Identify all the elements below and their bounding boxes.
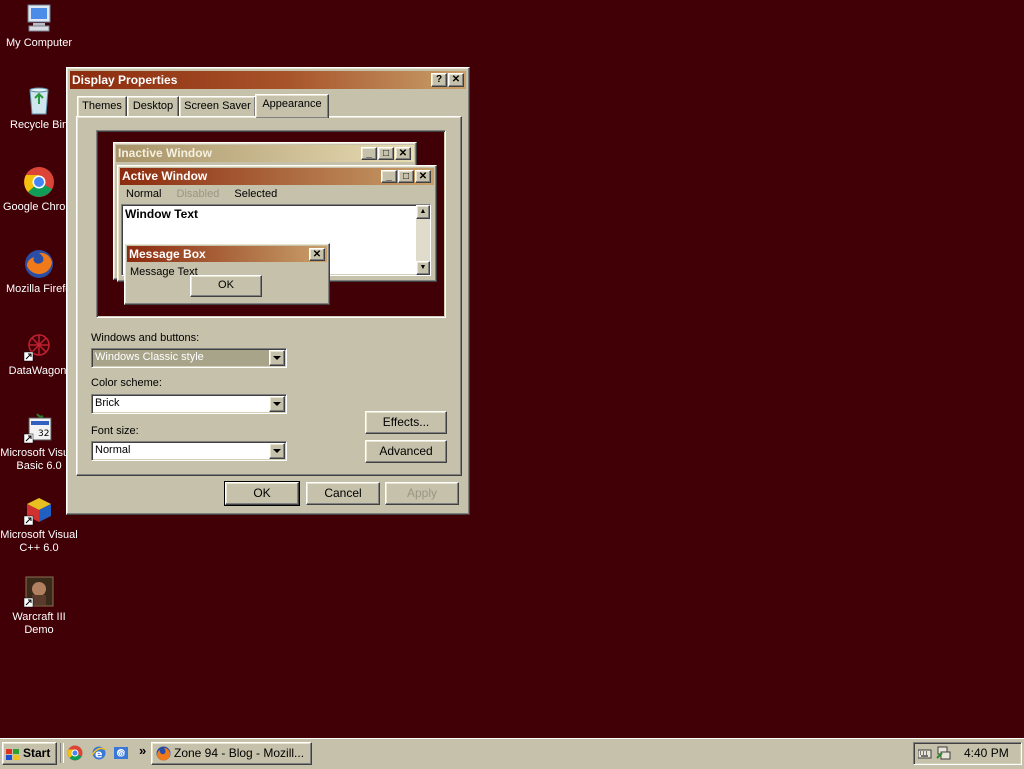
preview-active-titlebar: Active Window _ □ ✕ xyxy=(120,168,434,185)
desktop-icon-my-computer[interactable]: My Computer xyxy=(0,2,78,50)
system-tray: 4:40 PM xyxy=(913,742,1022,765)
scroll-down-icon: ▼ xyxy=(416,261,430,275)
message-box-title: Message Box xyxy=(129,247,206,261)
recycle-bin-icon xyxy=(23,84,55,116)
minimize-icon: _ xyxy=(381,170,397,183)
taskbar-window-title: Zone 94 - Blog - Mozill... xyxy=(174,746,305,760)
windows-logo-icon xyxy=(6,747,20,760)
tab-screen-saver[interactable]: Screen Saver xyxy=(179,96,256,117)
select-value: Brick xyxy=(95,397,120,409)
close-button[interactable]: ✕ xyxy=(448,73,464,87)
windows-buttons-select[interactable]: Windows Classic style xyxy=(91,348,287,368)
effects-button[interactable]: Effects... xyxy=(365,411,447,434)
taskbar: Start e @ » Zone 94 - Blog - Mozill... 4… xyxy=(0,738,1024,769)
font-size-select[interactable]: Normal xyxy=(91,441,287,461)
button-label: Cancel xyxy=(324,486,362,500)
close-icon: ✕ xyxy=(415,170,431,183)
help-icon: ? xyxy=(435,74,443,85)
close-icon: ✕ xyxy=(451,74,461,85)
keyboard-icon[interactable] xyxy=(917,748,932,763)
ok-button[interactable]: OK xyxy=(224,481,300,506)
start-label: Start xyxy=(23,746,51,760)
preview-menu: Normal Disabled Selected xyxy=(126,188,277,200)
button-label: Effects... xyxy=(382,415,430,429)
outlook-express-icon[interactable]: @ xyxy=(113,745,129,764)
appearance-panel: Inactive Window _ □ ✕ Active Window _ □ … xyxy=(76,116,462,476)
close-icon: ✕ xyxy=(309,248,325,261)
dialog-titlebar[interactable]: Display Properties ? ✕ xyxy=(70,71,466,89)
inactive-window-title: Inactive Window xyxy=(118,146,212,160)
select-value: Windows Classic style xyxy=(95,351,204,363)
tab-label: Desktop xyxy=(132,100,174,112)
menu-disabled: Disabled xyxy=(176,188,220,200)
visual-basic-icon: 32 xyxy=(23,412,55,444)
cancel-button[interactable]: Cancel xyxy=(306,482,380,505)
button-label: OK xyxy=(253,486,271,500)
datawagon-icon xyxy=(23,330,55,362)
chrome-icon[interactable] xyxy=(67,745,83,764)
window-text: Window Text xyxy=(125,207,198,221)
visual-cpp-icon xyxy=(23,494,55,526)
tab-appearance[interactable]: Appearance xyxy=(255,94,329,118)
tab-label: Themes xyxy=(82,100,122,112)
maximize-icon: □ xyxy=(378,147,394,160)
tab-themes[interactable]: Themes xyxy=(77,96,127,117)
chevron-down-icon[interactable] xyxy=(269,443,285,459)
preview-scrollbar: ▲ ▼ xyxy=(416,205,430,275)
menu-selected: Selected xyxy=(234,188,278,200)
color-scheme-label: Color scheme: xyxy=(91,377,162,389)
firefox-icon xyxy=(23,248,55,280)
internet-explorer-icon[interactable]: e xyxy=(91,745,107,764)
advanced-button[interactable]: Advanced xyxy=(365,440,447,463)
warcraft-icon xyxy=(23,576,55,608)
tab-desktop[interactable]: Desktop xyxy=(127,96,179,117)
tab-label: Screen Saver xyxy=(184,100,251,112)
svg-text:@: @ xyxy=(118,750,125,758)
button-label: Apply xyxy=(406,486,438,500)
my-computer-icon xyxy=(23,2,55,34)
font-size-label: Font size: xyxy=(91,425,139,437)
preview-message-box: Message Box ✕ Message Text OK xyxy=(124,243,330,305)
desktop-icon-label: Microsoft Visual C++ 6.0 xyxy=(0,529,78,554)
quicklaunch-more-icon[interactable]: » xyxy=(139,743,146,758)
apply-button[interactable]: Apply xyxy=(385,482,459,505)
message-box-text: Message Text xyxy=(130,266,198,278)
taskbar-window-button[interactable]: Zone 94 - Blog - Mozill... xyxy=(151,742,312,765)
message-box-titlebar: Message Box ✕ xyxy=(127,246,327,262)
color-scheme-select[interactable]: Brick xyxy=(91,394,287,414)
maximize-icon: □ xyxy=(398,170,414,183)
button-label: Advanced xyxy=(379,444,433,458)
clock[interactable]: 4:40 PM xyxy=(964,746,1009,760)
help-button[interactable]: ? xyxy=(431,73,447,87)
windows-buttons-label: Windows and buttons: xyxy=(91,332,200,344)
button-label: OK xyxy=(218,279,234,291)
display-properties-dialog: Display Properties ? ✕ Themes Desktop Sc… xyxy=(66,67,470,515)
select-value: Normal xyxy=(95,444,131,456)
menu-normal: Normal xyxy=(126,188,162,200)
chrome-icon xyxy=(23,166,55,198)
start-button[interactable]: Start xyxy=(2,742,57,765)
dialog-title: Display Properties xyxy=(72,73,178,87)
tab-label: Appearance xyxy=(262,98,322,110)
message-box-ok-button: OK xyxy=(190,275,262,297)
chevron-down-icon[interactable] xyxy=(269,396,285,412)
scroll-up-icon: ▲ xyxy=(416,205,430,219)
network-icon[interactable] xyxy=(936,745,952,764)
firefox-icon xyxy=(156,746,171,768)
appearance-preview: Inactive Window _ □ ✕ Active Window _ □ … xyxy=(96,130,446,318)
svg-text:32: 32 xyxy=(38,429,49,439)
desktop-icon-warcraft[interactable]: Warcraft III Demo xyxy=(0,576,78,637)
desktop-icon-label: Warcraft III Demo xyxy=(12,611,66,636)
active-window-title: Active Window xyxy=(122,169,208,183)
minimize-icon: _ xyxy=(361,147,377,160)
taskbar-divider xyxy=(60,743,64,763)
preview-inactive-titlebar: Inactive Window _ □ ✕ xyxy=(116,145,414,162)
desktop-icon-label: My Computer xyxy=(5,37,73,49)
close-icon: ✕ xyxy=(395,147,411,160)
chevron-down-icon[interactable] xyxy=(269,350,285,366)
